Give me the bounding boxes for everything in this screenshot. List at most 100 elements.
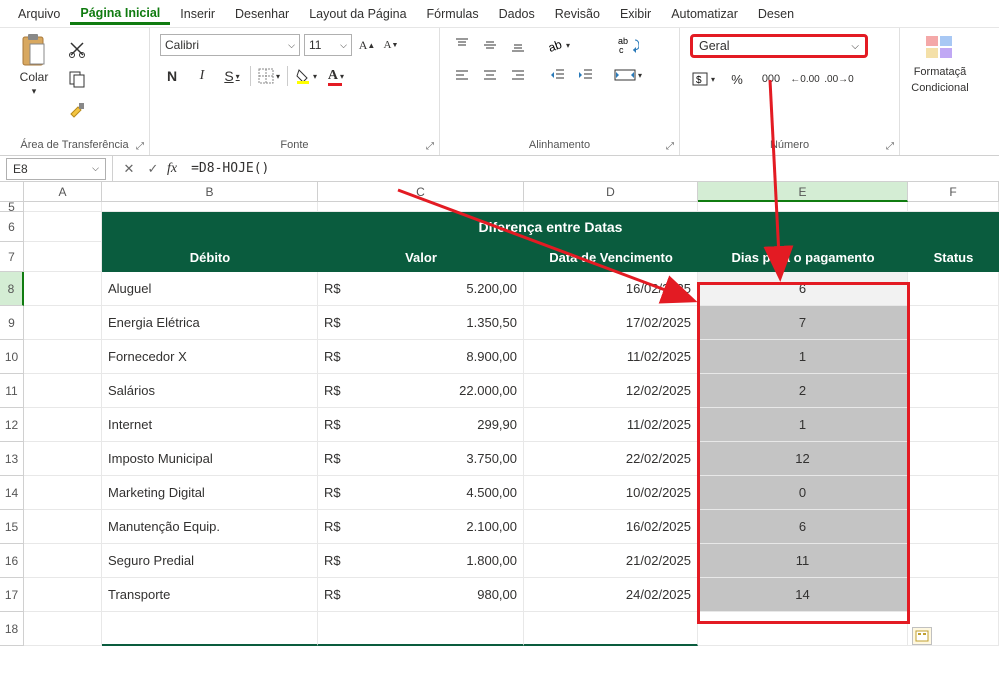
cell[interactable] xyxy=(524,612,698,646)
bold-button[interactable]: N xyxy=(160,64,184,88)
font-color-button[interactable]: A▾ xyxy=(324,64,348,88)
underline-button[interactable]: S▾ xyxy=(220,64,244,88)
cell-valor[interactable]: R$2.100,00 xyxy=(318,510,524,544)
decrease-indent-button[interactable] xyxy=(546,64,570,86)
cell-dias[interactable]: 1 xyxy=(698,340,908,374)
align-right-button[interactable] xyxy=(506,64,530,86)
cell-debito[interactable]: Manutenção Equip. xyxy=(102,510,318,544)
cell[interactable] xyxy=(524,202,698,212)
cell[interactable] xyxy=(24,442,102,476)
cell-dias[interactable]: 7 xyxy=(698,306,908,340)
cell-status[interactable] xyxy=(908,544,999,578)
cell-data[interactable]: 17/02/2025 xyxy=(524,306,698,340)
cell-dias[interactable]: 14 xyxy=(698,578,908,612)
cell[interactable] xyxy=(24,272,102,306)
align-bottom-button[interactable] xyxy=(506,34,530,56)
row-header-16[interactable]: 16 xyxy=(0,544,24,578)
cell[interactable] xyxy=(698,612,908,646)
comma-button[interactable]: 000 xyxy=(758,68,784,90)
decrease-decimal-button[interactable]: .00→0 xyxy=(826,68,852,90)
cancel-formula-button[interactable]: ✕ xyxy=(119,159,139,179)
alignment-launcher[interactable]: ⤢ xyxy=(663,139,677,153)
fx-button[interactable]: fx xyxy=(167,161,177,177)
format-painter-button[interactable] xyxy=(66,98,88,120)
cell[interactable] xyxy=(24,544,102,578)
cell-status[interactable] xyxy=(908,272,999,306)
col-header-D[interactable]: D xyxy=(524,182,698,202)
align-center-button[interactable] xyxy=(478,64,502,86)
th-dias[interactable]: Dias para o pagamento xyxy=(698,242,908,272)
row-header-7[interactable]: 7 xyxy=(0,242,24,272)
formula-input[interactable]: =D8-HOJE() xyxy=(183,158,313,180)
borders-button[interactable]: ▾ xyxy=(257,64,281,88)
cell-status[interactable] xyxy=(908,340,999,374)
tab-layout[interactable]: Layout da Página xyxy=(299,3,416,25)
increase-indent-button[interactable] xyxy=(574,64,598,86)
tab-pagina-inicial[interactable]: Página Inicial xyxy=(70,2,170,25)
cell-valor[interactable]: R$22.000,00 xyxy=(318,374,524,408)
cell-data[interactable]: 10/02/2025 xyxy=(524,476,698,510)
row-header-18[interactable]: 18 xyxy=(0,612,24,646)
col-header-B[interactable]: B xyxy=(102,182,318,202)
cell-debito[interactable]: Salários xyxy=(102,374,318,408)
cell-valor[interactable]: R$299,90 xyxy=(318,408,524,442)
cell-status[interactable] xyxy=(908,306,999,340)
font-launcher[interactable]: ⤢ xyxy=(423,139,437,153)
cell-status[interactable] xyxy=(908,442,999,476)
font-size-select[interactable]: 11 ⌵ xyxy=(304,34,352,56)
cell-status[interactable] xyxy=(908,374,999,408)
th-valor[interactable]: Valor xyxy=(318,242,524,272)
cell-dias[interactable]: 11 xyxy=(698,544,908,578)
cell[interactable] xyxy=(24,408,102,442)
cell-data[interactable]: 16/02/2025 xyxy=(524,272,698,306)
tab-exibir[interactable]: Exibir xyxy=(610,3,661,25)
col-header-A[interactable]: A xyxy=(24,182,102,202)
cell-data[interactable]: 22/02/2025 xyxy=(524,442,698,476)
fill-color-button[interactable]: ▾ xyxy=(294,64,318,88)
th-data[interactable]: Data de Vencimento xyxy=(524,242,698,272)
th-debito[interactable]: Débito xyxy=(102,242,318,272)
accept-formula-button[interactable]: ✓ xyxy=(143,159,163,179)
cell[interactable] xyxy=(24,340,102,374)
cell-debito[interactable]: Fornecedor X xyxy=(102,340,318,374)
cell[interactable] xyxy=(318,202,524,212)
font-name-select[interactable]: Calibri ⌵ xyxy=(160,34,300,56)
italic-button[interactable]: I xyxy=(190,64,214,88)
cell-debito[interactable]: Energia Elétrica xyxy=(102,306,318,340)
cell-valor[interactable]: R$980,00 xyxy=(318,578,524,612)
cell[interactable] xyxy=(318,612,524,646)
tab-desenhar[interactable]: Desenhar xyxy=(225,3,299,25)
cell[interactable] xyxy=(24,212,102,242)
tab-formulas[interactable]: Fórmulas xyxy=(417,3,489,25)
cell[interactable] xyxy=(102,202,318,212)
row-header-11[interactable]: 11 xyxy=(0,374,24,408)
row-header-6[interactable]: 6 xyxy=(0,212,24,242)
cell-dias[interactable]: 12 xyxy=(698,442,908,476)
cell-data[interactable]: 16/02/2025 xyxy=(524,510,698,544)
table-title[interactable]: Diferença entre Datas xyxy=(102,212,999,242)
tab-automatizar[interactable]: Automatizar xyxy=(661,3,748,25)
align-middle-button[interactable] xyxy=(478,34,502,56)
row-header-17[interactable]: 17 xyxy=(0,578,24,612)
cell[interactable] xyxy=(24,306,102,340)
increase-font-button[interactable]: A▲ xyxy=(356,34,378,56)
cell-debito[interactable]: Seguro Predial xyxy=(102,544,318,578)
cell-data[interactable]: 12/02/2025 xyxy=(524,374,698,408)
col-header-C[interactable]: C xyxy=(318,182,524,202)
row-header-10[interactable]: 10 xyxy=(0,340,24,374)
cell-status[interactable] xyxy=(908,510,999,544)
cell-debito[interactable]: Aluguel xyxy=(102,272,318,306)
cell-status[interactable] xyxy=(908,578,999,612)
cell-status[interactable] xyxy=(908,408,999,442)
conditional-formatting-button[interactable]: Formataçã Condicional xyxy=(910,34,970,94)
cell-valor[interactable]: R$3.750,00 xyxy=(318,442,524,476)
col-header-E[interactable]: E xyxy=(698,182,908,202)
row-header-14[interactable]: 14 xyxy=(0,476,24,510)
cell-debito[interactable]: Imposto Municipal xyxy=(102,442,318,476)
cell-data[interactable]: 11/02/2025 xyxy=(524,340,698,374)
cell-debito[interactable]: Transporte xyxy=(102,578,318,612)
tab-arquivo[interactable]: Arquivo xyxy=(8,3,70,25)
increase-decimal-button[interactable]: ←0.00 xyxy=(792,68,818,90)
cell-debito[interactable]: Internet xyxy=(102,408,318,442)
cell[interactable] xyxy=(24,510,102,544)
